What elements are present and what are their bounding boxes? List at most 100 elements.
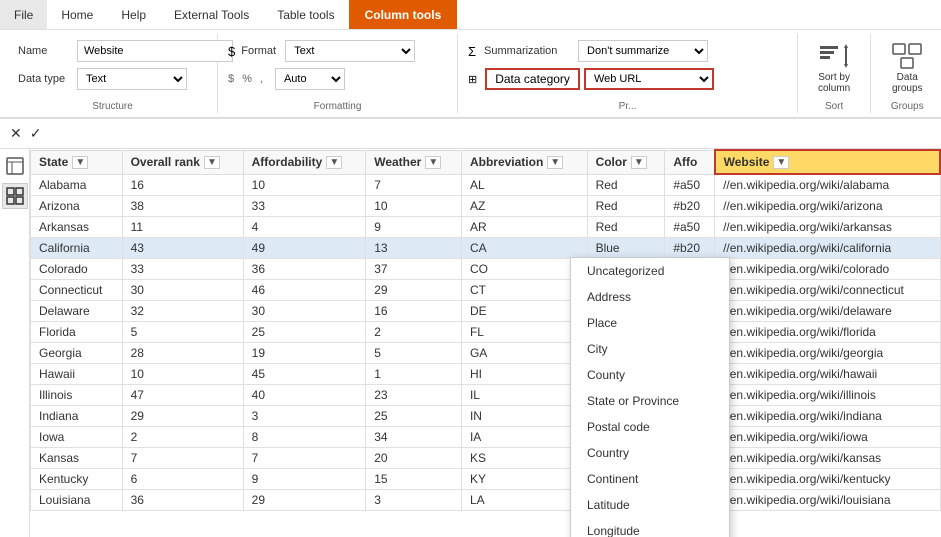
dropdown-item-longitude[interactable]: Longitude: [571, 518, 729, 537]
summarization-label: Summarization: [484, 45, 574, 57]
table-cell: 33: [122, 259, 243, 280]
data-groups-label: Data groups: [891, 72, 923, 94]
table-cell: 28: [122, 343, 243, 364]
dropdown-item-county[interactable]: County: [571, 362, 729, 388]
sidebar-grid-icon[interactable]: [2, 183, 28, 209]
col-header-abbrev: Abbreviation ▼: [461, 150, 587, 174]
dropdown-item-state-or-province[interactable]: State or Province: [571, 388, 729, 414]
col-header-weather: Weather ▼: [366, 150, 462, 174]
state-filter[interactable]: ▼: [72, 156, 88, 169]
table-cell: 29: [243, 490, 366, 511]
table-cell: Georgia: [31, 343, 123, 364]
dropdown-item-latitude[interactable]: Latitude: [571, 492, 729, 518]
table-cell: 40: [243, 385, 366, 406]
format-select[interactable]: Text: [285, 40, 415, 62]
menu-column-tools[interactable]: Column tools: [349, 0, 458, 29]
table-row: California434913CABlue#b20//en.wikipedia…: [31, 238, 941, 259]
table-cell: CT: [461, 280, 587, 301]
website-filter[interactable]: ▼: [773, 156, 789, 169]
col-header-afford: Affordability ▼: [243, 150, 366, 174]
dropdown-item-uncategorized[interactable]: Uncategorized: [571, 258, 729, 284]
table-cell: #a50: [665, 217, 715, 238]
dropdown-item-country[interactable]: Country: [571, 440, 729, 466]
data-groups-button[interactable]: Data groups: [881, 38, 933, 98]
table-cell: 46: [243, 280, 366, 301]
formula-bar: ✕ ✓: [0, 119, 941, 149]
table-cell: 16: [122, 174, 243, 196]
table-cell: DE: [461, 301, 587, 322]
table-cell: 8: [243, 427, 366, 448]
col-header-website: Website ▼: [715, 150, 940, 174]
cancel-icon[interactable]: ✕: [8, 123, 24, 144]
table-cell: Connecticut: [31, 280, 123, 301]
table-cell: 30: [122, 280, 243, 301]
abbrev-filter[interactable]: ▼: [547, 156, 563, 169]
overall-filter[interactable]: ▼: [204, 156, 220, 169]
data-category-label: Data category: [495, 72, 570, 86]
dropdown-item-place[interactable]: Place: [571, 310, 729, 336]
table-row: Colorado333637COBlue#b20//en.wikipedia.o…: [31, 259, 941, 280]
table-cell: //en.wikipedia.org/wiki/georgia: [715, 343, 940, 364]
table-cell: 20: [366, 448, 462, 469]
table-cell: KS: [461, 448, 587, 469]
table-cell: Iowa: [31, 427, 123, 448]
table-cell: Indiana: [31, 406, 123, 427]
auto-select[interactable]: Auto: [275, 68, 345, 90]
table-cell: //en.wikipedia.org/wiki/illinois: [715, 385, 940, 406]
table-cell: IL: [461, 385, 587, 406]
data-groups-icon: [891, 42, 923, 70]
dropdown-item-postal-code[interactable]: Postal code: [571, 414, 729, 440]
table-cell: #a50: [665, 174, 715, 196]
formatting-label: Formatting: [218, 100, 457, 113]
afford-filter[interactable]: ▼: [326, 156, 342, 169]
table-cell: 30: [243, 301, 366, 322]
data-category-button[interactable]: Data category: [485, 68, 580, 90]
table-cell: 6: [122, 469, 243, 490]
table-cell: 32: [122, 301, 243, 322]
sort-by-column-button[interactable]: Sort by column: [808, 38, 860, 98]
table-cell: 2: [122, 427, 243, 448]
table-cell: Arkansas: [31, 217, 123, 238]
sidebar-table-icon[interactable]: [2, 153, 28, 179]
percent-icon: %: [242, 73, 252, 85]
table-cell: 45: [243, 364, 366, 385]
dropdown-item-continent[interactable]: Continent: [571, 466, 729, 492]
color-filter[interactable]: ▼: [631, 156, 647, 169]
menu-file[interactable]: File: [0, 0, 47, 29]
confirm-icon[interactable]: ✓: [28, 123, 44, 144]
table-row: Hawaii10451HIFuchsia#b20//en.wikipedia.o…: [31, 364, 941, 385]
dropdown-item-address[interactable]: Address: [571, 284, 729, 310]
currency-icon: $: [228, 73, 234, 85]
weather-filter[interactable]: ▼: [425, 156, 441, 169]
toolbar: Name Data type Text Structure $ Format T…: [0, 30, 941, 118]
menu-table-tools[interactable]: Table tools: [263, 0, 348, 29]
table-cell: //en.wikipedia.org/wiki/connecticut: [715, 280, 940, 301]
dropdown-item-city[interactable]: City: [571, 336, 729, 362]
structure-label: Structure: [8, 100, 217, 113]
table-cell: 9: [243, 469, 366, 490]
table-cell: Kentucky: [31, 469, 123, 490]
table-cell: 5: [122, 322, 243, 343]
datatype-select[interactable]: Text: [77, 68, 187, 90]
summarization-select[interactable]: Don't summarize: [578, 40, 708, 62]
menu-external-tools[interactable]: External Tools: [160, 0, 263, 29]
table-cell: 25: [243, 322, 366, 343]
menu-help[interactable]: Help: [107, 0, 160, 29]
menu-home[interactable]: Home: [47, 0, 107, 29]
table-cell: FL: [461, 322, 587, 343]
table-row: Illinois474023ILOrange#b20//en.wikipedia…: [31, 385, 941, 406]
table-cell: IN: [461, 406, 587, 427]
table-cell: KY: [461, 469, 587, 490]
table-cell: 4: [243, 217, 366, 238]
table-cell: 19: [243, 343, 366, 364]
table-cell: 7: [122, 448, 243, 469]
table-cell: AZ: [461, 196, 587, 217]
name-input[interactable]: [77, 40, 233, 62]
table-row: Georgia28195GAGray#ffc0//en.wikipedia.or…: [31, 343, 941, 364]
table-cell: Hawaii: [31, 364, 123, 385]
table-cell: Blue: [587, 238, 665, 259]
table-cell: 36: [243, 259, 366, 280]
table-cell: 10: [366, 196, 462, 217]
table-row: Kansas7720KSBrown#a50//en.wikipedia.org/…: [31, 448, 941, 469]
data-category-select[interactable]: Web URL: [584, 68, 714, 90]
